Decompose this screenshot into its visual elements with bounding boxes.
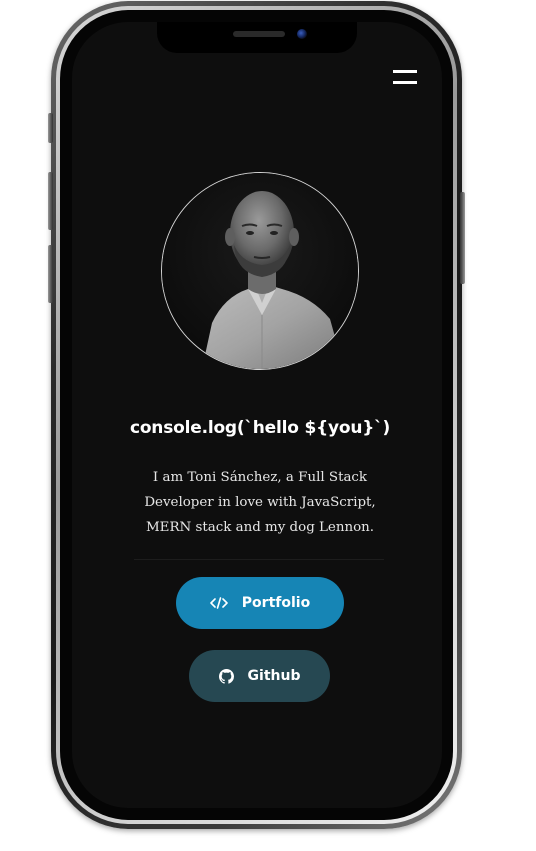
mute-switch xyxy=(48,113,53,143)
divider xyxy=(134,559,384,560)
volume-up-button xyxy=(48,172,53,230)
bio-line: I am Toni Sánchez, a Full Stack xyxy=(152,470,368,485)
bio-text: I am Toni Sánchez, a Full Stack Develope… xyxy=(114,465,406,540)
hamburger-menu-icon[interactable] xyxy=(393,68,419,88)
bio-line: Developer in love with JavaScript, xyxy=(144,495,376,510)
bio-line: MERN stack and my dog Lennon. xyxy=(145,520,375,535)
menu-line xyxy=(393,70,417,73)
code-icon xyxy=(209,597,228,609)
volume-down-button xyxy=(48,245,53,303)
menu-line xyxy=(393,81,417,84)
phone-screen: console.log(`hello ${you}`) I am Toni Sá… xyxy=(72,22,442,808)
notch xyxy=(157,22,357,53)
profile-photo xyxy=(161,172,359,370)
portfolio-button[interactable]: Portfolio xyxy=(176,577,344,629)
github-label: Github xyxy=(247,668,301,684)
portfolio-label: Portfolio xyxy=(241,595,311,611)
github-button[interactable]: Github xyxy=(189,650,330,702)
github-icon xyxy=(218,668,234,684)
front-camera xyxy=(297,29,307,39)
page-title: console.log(`hello ${you}`) xyxy=(129,418,391,438)
speaker-grille xyxy=(233,31,285,37)
power-button xyxy=(460,192,465,284)
